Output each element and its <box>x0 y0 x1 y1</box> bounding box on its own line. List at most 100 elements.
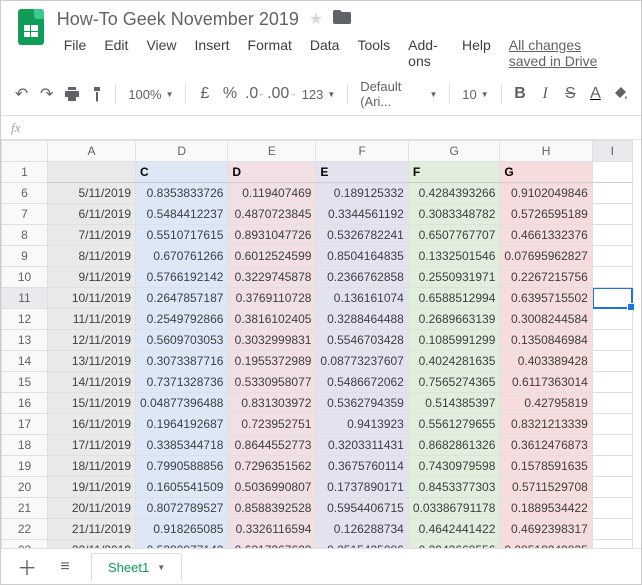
cell[interactable]: 0.3675760114 <box>316 456 408 477</box>
cell[interactable]: 0.3385344718 <box>136 435 228 456</box>
row-header[interactable]: 7 <box>2 204 48 225</box>
col-header-H[interactable]: H <box>500 141 592 162</box>
print-icon[interactable] <box>61 82 82 106</box>
cell[interactable]: 0.6012524599 <box>228 246 316 267</box>
cell[interactable]: 21/11/2019 <box>48 519 136 540</box>
star-icon[interactable]: ★ <box>309 9 323 29</box>
cell[interactable]: 0.1085991299 <box>408 330 500 351</box>
menu-help[interactable]: Help <box>455 33 498 73</box>
row-header[interactable]: 10 <box>2 267 48 288</box>
cell[interactable]: F <box>408 162 500 183</box>
cell[interactable]: 0.5609703053 <box>136 330 228 351</box>
cell[interactable]: 0.7430979598 <box>408 456 500 477</box>
cell[interactable] <box>48 162 136 183</box>
doc-title[interactable]: How-To Geek November 2019 <box>57 9 299 30</box>
row-header[interactable]: 11 <box>2 288 48 309</box>
cell[interactable]: 0.1605541509 <box>136 477 228 498</box>
cell[interactable]: 0.1955372989 <box>228 351 316 372</box>
cell[interactable]: 0.9413923 <box>316 414 408 435</box>
cell[interactable]: 0.04877396488 <box>136 393 228 414</box>
menu-insert[interactable]: Insert <box>188 33 237 73</box>
cell[interactable]: 0.3612476873 <box>500 435 592 456</box>
cell[interactable]: 0.7565274365 <box>408 372 500 393</box>
cell[interactable]: 0.6117363014 <box>500 372 592 393</box>
cell[interactable]: 0.5726595189 <box>500 204 592 225</box>
row-header[interactable]: 15 <box>2 372 48 393</box>
redo-icon[interactable]: ↷ <box>36 82 57 106</box>
cell[interactable]: 15/11/2019 <box>48 393 136 414</box>
cell[interactable]: 7/11/2019 <box>48 225 136 246</box>
font-size-dropdown[interactable]: 10▼ <box>458 87 492 102</box>
row-header[interactable]: 12 <box>2 309 48 330</box>
cell[interactable]: 0.8353833726 <box>136 183 228 204</box>
decrease-decimal-icon[interactable]: .0← <box>245 82 266 106</box>
cell[interactable]: 0.1964192687 <box>136 414 228 435</box>
cell[interactable]: 0.5766192142 <box>136 267 228 288</box>
cell[interactable]: 0.5711529708 <box>500 477 592 498</box>
cell[interactable]: 0.2647857187 <box>136 288 228 309</box>
cell[interactable]: 13/11/2019 <box>48 351 136 372</box>
italic-icon[interactable]: I <box>535 82 556 106</box>
cell[interactable]: C <box>136 162 228 183</box>
cell[interactable] <box>592 288 632 309</box>
row-header[interactable]: 22 <box>2 519 48 540</box>
cell[interactable]: 0.1889534422 <box>500 498 592 519</box>
cell[interactable]: 0.3769110728 <box>228 288 316 309</box>
cell[interactable] <box>592 246 632 267</box>
row-header[interactable]: 8 <box>2 225 48 246</box>
cell[interactable]: 0.1332501546 <box>408 246 500 267</box>
cell[interactable]: 0.136161074 <box>316 288 408 309</box>
cell[interactable]: 0.4870723845 <box>228 204 316 225</box>
cell[interactable]: 0.9102049846 <box>500 183 592 204</box>
cell[interactable]: 0.403389428 <box>500 351 592 372</box>
menu-addons[interactable]: Add-ons <box>401 33 451 73</box>
cell[interactable] <box>592 330 632 351</box>
cell[interactable]: 12/11/2019 <box>48 330 136 351</box>
cell[interactable]: 0.7296351562 <box>228 456 316 477</box>
save-status[interactable]: All changes saved in Drive <box>502 33 629 73</box>
cell[interactable]: E <box>316 162 408 183</box>
cell[interactable]: 0.7371328736 <box>136 372 228 393</box>
cell[interactable]: 8/11/2019 <box>48 246 136 267</box>
cell[interactable]: 0.5330958077 <box>228 372 316 393</box>
cell[interactable] <box>592 225 632 246</box>
row-header[interactable]: 17 <box>2 414 48 435</box>
cell[interactable]: 6/11/2019 <box>48 204 136 225</box>
col-header-E[interactable]: E <box>228 141 316 162</box>
cell[interactable] <box>592 267 632 288</box>
cell[interactable]: 0.3344561192 <box>316 204 408 225</box>
cell[interactable] <box>592 414 632 435</box>
cell[interactable]: D <box>228 162 316 183</box>
all-sheets-icon[interactable]: ≡ <box>53 555 77 579</box>
col-header-D[interactable]: D <box>136 141 228 162</box>
cell[interactable]: 0.5362794359 <box>316 393 408 414</box>
cell[interactable]: 0.8072789527 <box>136 498 228 519</box>
cell[interactable]: 0.3073387716 <box>136 351 228 372</box>
percent-icon[interactable]: % <box>219 82 240 106</box>
cell[interactable]: 0.42795819 <box>500 393 592 414</box>
row-header[interactable]: 20 <box>2 477 48 498</box>
select-all-corner[interactable] <box>2 141 48 162</box>
cell[interactable]: 0.4692398317 <box>500 519 592 540</box>
cell[interactable]: 0.1350846984 <box>500 330 592 351</box>
cell[interactable]: 0.2689663139 <box>408 309 500 330</box>
cell[interactable]: 0.7990588856 <box>136 456 228 477</box>
paint-format-icon[interactable] <box>86 82 107 106</box>
cell[interactable]: 10/11/2019 <box>48 288 136 309</box>
zoom-dropdown[interactable]: 100%▼ <box>124 87 177 102</box>
cell[interactable] <box>592 204 632 225</box>
cell[interactable]: 0.3816102405 <box>228 309 316 330</box>
row-header[interactable]: 21 <box>2 498 48 519</box>
cell[interactable]: 0.3288464488 <box>316 309 408 330</box>
row-header[interactable]: 18 <box>2 435 48 456</box>
undo-icon[interactable]: ↶ <box>11 82 32 106</box>
cell[interactable]: 0.5326782241 <box>316 225 408 246</box>
cell[interactable]: 0.5484412237 <box>136 204 228 225</box>
col-header-I[interactable]: I <box>592 141 632 162</box>
col-header-F[interactable]: F <box>316 141 408 162</box>
cell[interactable]: 0.8931047726 <box>228 225 316 246</box>
cell[interactable]: 0.4284393266 <box>408 183 500 204</box>
col-header-G[interactable]: G <box>408 141 500 162</box>
cell[interactable]: 0.514385397 <box>408 393 500 414</box>
cell[interactable]: G <box>500 162 592 183</box>
